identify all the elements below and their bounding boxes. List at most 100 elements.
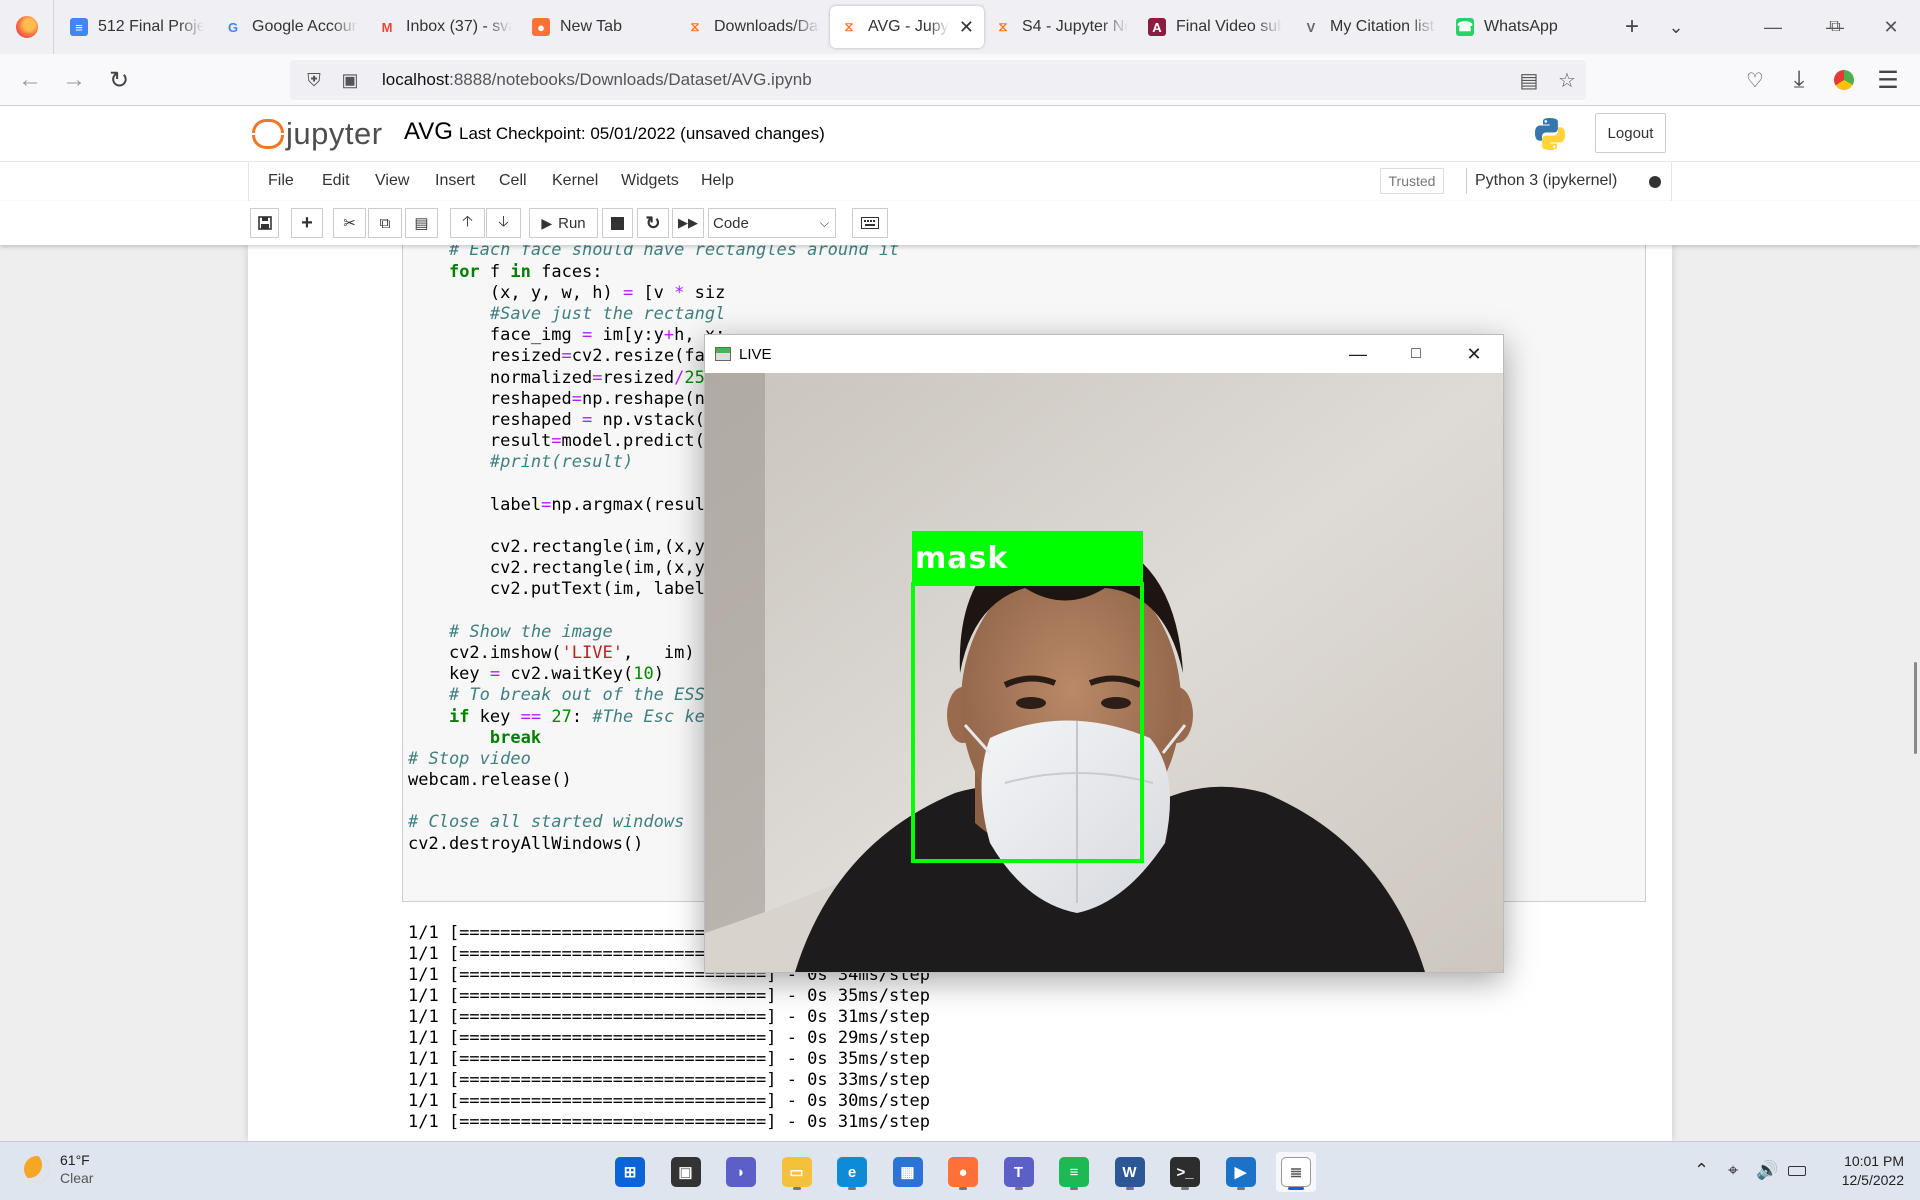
terminal-icon: >_ xyxy=(1170,1157,1200,1187)
tab-3[interactable]: ● New Tab xyxy=(522,6,676,48)
live-minimize-icon[interactable]: — xyxy=(1329,335,1387,373)
back-arrow-icon[interactable]: ← xyxy=(12,62,48,98)
tab-5[interactable]: ⧖ AVG - Jupyter ✕ xyxy=(830,6,984,48)
copy-icon[interactable]: ⧉ xyxy=(368,208,402,238)
logout-button[interactable]: Logout xyxy=(1595,113,1666,153)
insert-cell-plus-icon[interactable]: + xyxy=(291,208,323,238)
cell-type-select[interactable]: Code ⌵ xyxy=(708,208,836,238)
taskbar-task-view-button[interactable]: ▣ xyxy=(666,1152,706,1192)
move-up-arrow-icon[interactable]: 🡡 xyxy=(450,208,485,238)
jupyter-icon: ⧖ xyxy=(690,19,700,34)
code-line[interactable]: #Save just the rectangl xyxy=(408,304,899,325)
output-line: 1/1 [==============================] - 0… xyxy=(408,1049,930,1069)
menu-view[interactable]: View xyxy=(375,172,409,190)
tab-8[interactable]: V My Citation list xyxy=(1292,6,1446,48)
weather-condition: Clear xyxy=(60,1170,94,1186)
tab-1[interactable]: G Google Account xyxy=(214,6,368,48)
code-line[interactable]: (x, y, w, h) = [v * siz xyxy=(408,283,899,304)
chat-icon: ◗ xyxy=(726,1157,756,1187)
volume-icon[interactable]: 🔊 xyxy=(1756,1160,1778,1181)
trusted-indicator[interactable]: Trusted xyxy=(1380,168,1444,194)
tab-label: Google Account xyxy=(252,18,358,35)
forward-arrow-icon[interactable]: → xyxy=(56,62,92,98)
tab-2[interactable]: M Inbox (37) - sva xyxy=(368,6,522,48)
firefox-menu-icon[interactable] xyxy=(0,0,54,54)
live-maximize-icon[interactable]: □ xyxy=(1387,335,1445,373)
page-scrollbar[interactable] xyxy=(1914,662,1917,754)
output-line: 1/1 [==============================] - 0… xyxy=(408,1028,930,1048)
taskbar-chat-button[interactable]: ◗ xyxy=(721,1152,761,1192)
downloads-icon[interactable]: ⤓ xyxy=(1781,62,1817,98)
notebook-title[interactable]: AVG xyxy=(404,118,453,146)
page-info-icon[interactable]: ▣ xyxy=(332,70,368,91)
extension-icon[interactable] xyxy=(1826,62,1862,98)
live-window[interactable]: LIVE — □ ✕ mask xyxy=(704,334,1504,973)
wifi-icon[interactable]: ⌖ xyxy=(1728,1160,1738,1181)
live-close-icon[interactable]: ✕ xyxy=(1445,335,1503,373)
tab-9[interactable]: ☎ WhatsApp xyxy=(1446,6,1600,48)
reload-icon[interactable]: ↻ xyxy=(101,62,137,98)
taskbar-firefox-button[interactable]: ● xyxy=(943,1152,983,1192)
code-line[interactable]: # Each face should have rectangles aroun… xyxy=(408,245,899,262)
menu-widgets[interactable]: Widgets xyxy=(621,172,679,190)
browser-minimize-button[interactable]: — xyxy=(1744,0,1802,54)
tracking-shield-icon[interactable]: ⛨ xyxy=(296,70,332,91)
tab-0[interactable]: ≡ 512 Final Project xyxy=(60,6,214,48)
running-indicator xyxy=(1014,1187,1023,1190)
restart-run-all-fast-forward-icon[interactable]: ▶▶ xyxy=(672,208,704,238)
battery-icon[interactable] xyxy=(1788,1160,1806,1181)
tab-6[interactable]: ⧖ S4 - Jupyter Notebook xyxy=(984,6,1138,48)
taskbar-notepad-button[interactable]: ≣ xyxy=(1276,1152,1316,1192)
output-line: 1/1 [==============================] - 0… xyxy=(408,986,930,1006)
interrupt-stop-icon[interactable] xyxy=(602,208,633,238)
taskbar-word-button[interactable]: W xyxy=(1110,1152,1150,1192)
show-hidden-icons-chevron-icon[interactable]: ⌃ xyxy=(1694,1160,1709,1181)
weather-widget[interactable]: 61°F Clear xyxy=(24,1151,93,1187)
menu-help[interactable]: Help xyxy=(701,172,734,190)
menu-insert[interactable]: Insert xyxy=(435,172,475,190)
list-all-tabs-chevron-icon[interactable]: ⌄ xyxy=(1654,6,1698,48)
webcam-image xyxy=(705,373,1503,972)
jupyter-logo[interactable]: jupyter xyxy=(252,116,383,152)
paste-icon[interactable]: ▤ xyxy=(405,208,438,238)
restart-kernel-icon[interactable]: ↻ xyxy=(637,208,669,238)
edge-icon: e xyxy=(837,1157,867,1187)
url-text[interactable]: localhost:8888/notebooks/Downloads/Datas… xyxy=(368,70,1510,90)
taskbar-teams-button[interactable]: T xyxy=(999,1152,1039,1192)
move-down-arrow-icon[interactable]: 🡣 xyxy=(486,208,521,238)
reader-view-icon[interactable]: ▤ xyxy=(1510,68,1548,93)
taskbar-clock[interactable]: 10:01 PM 12/5/2022 xyxy=(1820,1152,1904,1190)
save-icon[interactable] xyxy=(250,208,279,238)
taskbar-start-button[interactable]: ⊞ xyxy=(610,1152,650,1192)
menu-cell[interactable]: Cell xyxy=(499,172,527,190)
browser-close-button[interactable]: ✕ xyxy=(1862,0,1920,54)
jupyter-icon: ⧖ xyxy=(998,19,1008,34)
hamburger-menu-icon[interactable]: ☰ xyxy=(1870,62,1906,98)
menu-file[interactable]: File xyxy=(268,172,294,190)
output-line: 1/1 [==============================] - 0… xyxy=(408,1070,930,1090)
tab-close-icon[interactable]: ✕ xyxy=(959,17,974,38)
browser-restore-button[interactable]: ⧉ xyxy=(1806,0,1864,54)
taskbar-file-explorer-button[interactable]: ▭ xyxy=(777,1152,817,1192)
tab-4[interactable]: ⧖ Downloads/Dataset xyxy=(676,6,830,48)
cut-scissors-icon[interactable]: ✂ xyxy=(333,208,366,238)
command-palette-keyboard-icon[interactable] xyxy=(852,208,888,238)
running-indicator xyxy=(792,1187,801,1190)
address-bar[interactable]: ⛨ ▣ localhost:8888/notebooks/Downloads/D… xyxy=(290,60,1586,100)
run-button[interactable]: ▶ Run xyxy=(529,208,598,238)
taskbar-store-button[interactable]: ▦ xyxy=(888,1152,928,1192)
taskbar-media-player-button[interactable]: ▶ xyxy=(1221,1152,1261,1192)
taskbar-edge-button[interactable]: e xyxy=(832,1152,872,1192)
tab-7[interactable]: A Final Video sub xyxy=(1138,6,1292,48)
taskbar-spotify-button[interactable]: ≡ xyxy=(1054,1152,1094,1192)
running-indicator xyxy=(1125,1187,1134,1190)
new-tab-button[interactable]: + xyxy=(1610,6,1654,48)
taskbar-terminal-button[interactable]: >_ xyxy=(1165,1152,1205,1192)
kernel-name[interactable]: Python 3 (ipykernel) xyxy=(1466,168,1617,194)
tab-label: 512 Final Project xyxy=(98,18,204,35)
bookmark-star-icon[interactable]: ☆ xyxy=(1548,68,1586,93)
pocket-icon[interactable]: ♡ xyxy=(1737,62,1773,98)
menu-kernel[interactable]: Kernel xyxy=(552,172,598,190)
code-line[interactable]: for f in faces: xyxy=(408,262,899,283)
menu-edit[interactable]: Edit xyxy=(322,172,350,190)
